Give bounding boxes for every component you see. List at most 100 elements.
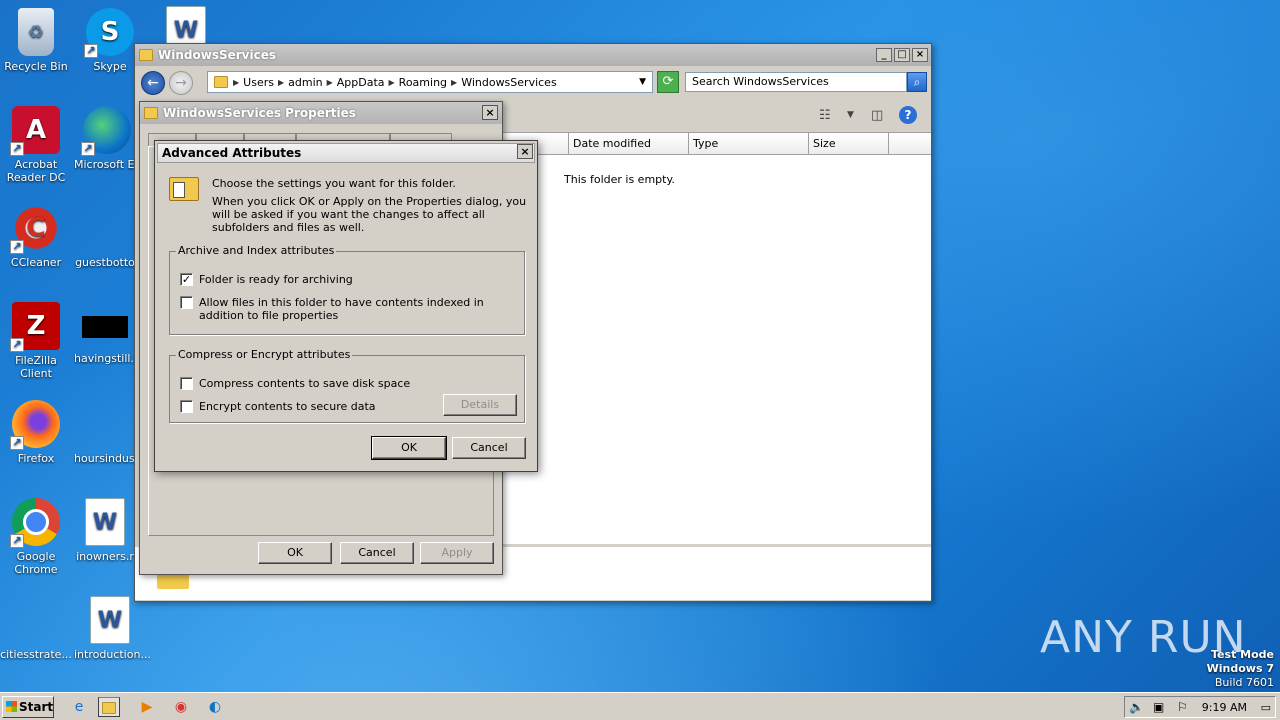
column-header-date[interactable]: Date modified	[569, 133, 689, 155]
help-icon[interactable]: ?	[899, 106, 917, 124]
test-mode-notice: Test Mode Windows 7 Build 7601	[1207, 648, 1274, 690]
folder-icon	[214, 76, 228, 88]
desktop-icon-label: CCleaner	[10, 256, 62, 269]
address-bar[interactable]: ▶ Users ▶ admin ▶ AppData ▶ Roaming ▶ Wi…	[207, 71, 653, 93]
search-input[interactable]: Search WindowsServices	[685, 72, 907, 92]
archive-checkbox-row[interactable]: ✓ Folder is ready for archiving	[180, 273, 353, 286]
intro-text: Choose the settings you want for this fo…	[212, 177, 456, 190]
index-checkbox-row[interactable]: Allow files in this folder to have conte…	[180, 296, 522, 322]
folder-attributes-icon	[169, 177, 199, 201]
chevron-down-icon[interactable]: ▼	[847, 110, 854, 120]
apply-button[interactable]: Apply	[420, 542, 494, 564]
breadcrumb-item[interactable]: WindowsServices	[461, 76, 557, 89]
desktop-icon-introduction[interactable]: W introduction...	[74, 596, 151, 661]
close-button[interactable]: ×	[912, 48, 928, 62]
desktop-icon-guestbotto[interactable]: guestbotto	[74, 204, 136, 269]
shortcut-arrow-icon: ↗	[81, 142, 95, 156]
word-document-icon: W	[85, 498, 125, 546]
desktop-icon-acrobat[interactable]: A ↗ Acrobat Reader DC	[0, 106, 72, 184]
details-button[interactable]: Details	[443, 394, 517, 416]
explorer-titlebar[interactable]: WindowsServices _ □ ×	[135, 44, 931, 66]
test-mode-build: Build 7601	[1214, 676, 1274, 689]
chevron-right-icon: ▶	[326, 77, 333, 87]
cancel-button[interactable]: Cancel	[452, 437, 526, 459]
desktop-icon-hoursindust[interactable]: hoursindust	[74, 400, 136, 465]
checkbox-label: Compress contents to save disk space	[199, 377, 411, 390]
ok-button[interactable]: OK	[258, 542, 332, 564]
compress-checkbox-row[interactable]: Compress contents to save disk space	[180, 377, 410, 390]
desktop-icon-label: citiesstrate...	[0, 648, 72, 661]
refresh-button[interactable]: ⟳	[657, 71, 679, 93]
maximize-button[interactable]: □	[894, 48, 910, 62]
media-player-icon[interactable]: ▶	[136, 697, 158, 717]
taskbar: Start e ▶ ◉ ◐ 🔈 ▣ ⚐ 9:19 AM ▭	[0, 692, 1280, 720]
properties-titlebar[interactable]: WindowsServices Properties	[140, 102, 502, 124]
preview-pane-icon[interactable]: ◫	[871, 108, 883, 123]
folder-icon	[139, 49, 153, 61]
file-list: Date modified Type Size This folder is e…	[503, 132, 931, 544]
speaker-icon[interactable]: 🔈	[1129, 700, 1144, 714]
archive-index-group: Archive and Index attributes ✓ Folder is…	[169, 244, 525, 335]
shortcut-arrow-icon: ↗	[10, 240, 24, 254]
desktop-icon-edge[interactable]: ↗ Microsoft Edge	[74, 106, 140, 171]
chevron-right-icon: ▶	[388, 77, 395, 87]
column-header-type[interactable]: Type	[689, 133, 809, 155]
compress-encrypt-group: Compress or Encrypt attributes Compress …	[169, 348, 525, 423]
view-options-icon[interactable]: ☷	[819, 108, 831, 123]
index-checkbox[interactable]	[180, 296, 193, 309]
breadcrumb-item[interactable]: Users	[243, 76, 274, 89]
start-button[interactable]: Start	[2, 696, 54, 718]
desktop-icon-label: havingstill.j	[74, 352, 136, 365]
folder-icon	[144, 107, 158, 119]
checkbox-label: Folder is ready for archiving	[199, 273, 353, 286]
breadcrumb-item[interactable]: AppData	[337, 76, 385, 89]
desktop-icon-label: inowners.r	[76, 550, 134, 563]
flag-icon[interactable]: ⚐	[1177, 700, 1188, 714]
forward-button[interactable]: →	[169, 71, 193, 95]
chevron-down-icon[interactable]: ▼	[639, 77, 646, 87]
close-button[interactable]: ×	[517, 144, 533, 159]
desktop-icon-inowners[interactable]: W inowners.r	[74, 498, 136, 563]
edge-icon: ↗	[81, 106, 131, 156]
shortcut-arrow-icon: ↗	[10, 338, 24, 352]
search-icon[interactable]: ⌕	[907, 72, 927, 92]
desktop-icon-filezilla[interactable]: Z ↗ FileZilla Client	[0, 302, 72, 380]
desktop-icon-label: Microsoft Edge	[74, 158, 140, 171]
desktop-icon-citiesstrate[interactable]: citiesstrate...	[0, 596, 72, 661]
group-label: Compress or Encrypt attributes	[176, 348, 353, 361]
group-label: Archive and Index attributes	[176, 244, 337, 257]
breadcrumb-item[interactable]: admin	[288, 76, 322, 89]
close-button[interactable]: ×	[482, 105, 498, 120]
desktop-icon-recycle-bin[interactable]: ♻ Recycle Bin	[0, 8, 72, 73]
back-button[interactable]: ←	[141, 71, 165, 95]
explorer-toolbar: ☷ ▼ ◫ ?	[503, 102, 931, 130]
ok-button[interactable]: OK	[371, 436, 447, 460]
column-header-filler	[889, 133, 931, 155]
internet-explorer-icon[interactable]: e	[68, 697, 90, 717]
desktop-icon-havingstill[interactable]: havingstill.j	[74, 302, 136, 365]
show-desktop-icon[interactable]: ▭	[1261, 701, 1271, 714]
chrome-taskbar-icon[interactable]: ◉	[170, 697, 192, 717]
network-icon[interactable]: ▣	[1153, 700, 1164, 714]
compress-checkbox[interactable]	[180, 377, 193, 390]
desktop-icon-ccleaner[interactable]: C ↗ CCleaner	[0, 204, 72, 269]
desktop-icon-firefox[interactable]: ↗ Firefox	[0, 400, 72, 465]
cancel-button[interactable]: Cancel	[340, 542, 414, 564]
column-header-size[interactable]: Size	[809, 133, 889, 155]
clock[interactable]: 9:19 AM	[1202, 701, 1247, 714]
acrobat-icon: A ↗	[10, 106, 60, 156]
explorer-taskbar-icon[interactable]	[98, 697, 120, 717]
archive-checkbox[interactable]: ✓	[180, 273, 193, 286]
properties-title: WindowsServices Properties	[163, 106, 356, 120]
chevron-right-icon: ▶	[233, 77, 240, 87]
shortcut-arrow-icon: ↗	[84, 44, 98, 58]
edge-taskbar-icon[interactable]: ◐	[204, 697, 226, 717]
minimize-button[interactable]: _	[876, 48, 892, 62]
shortcut-arrow-icon: ↗	[10, 534, 24, 548]
encrypt-checkbox[interactable]	[180, 400, 193, 413]
breadcrumb-item[interactable]: Roaming	[399, 76, 447, 89]
desktop-icon-chrome[interactable]: ↗ Google Chrome	[0, 498, 72, 576]
advanced-attributes-title[interactable]: Advanced Attributes	[157, 143, 535, 163]
description-text: When you click OK or Apply on the Proper…	[212, 195, 527, 234]
encrypt-checkbox-row[interactable]: Encrypt contents to secure data	[180, 400, 376, 413]
